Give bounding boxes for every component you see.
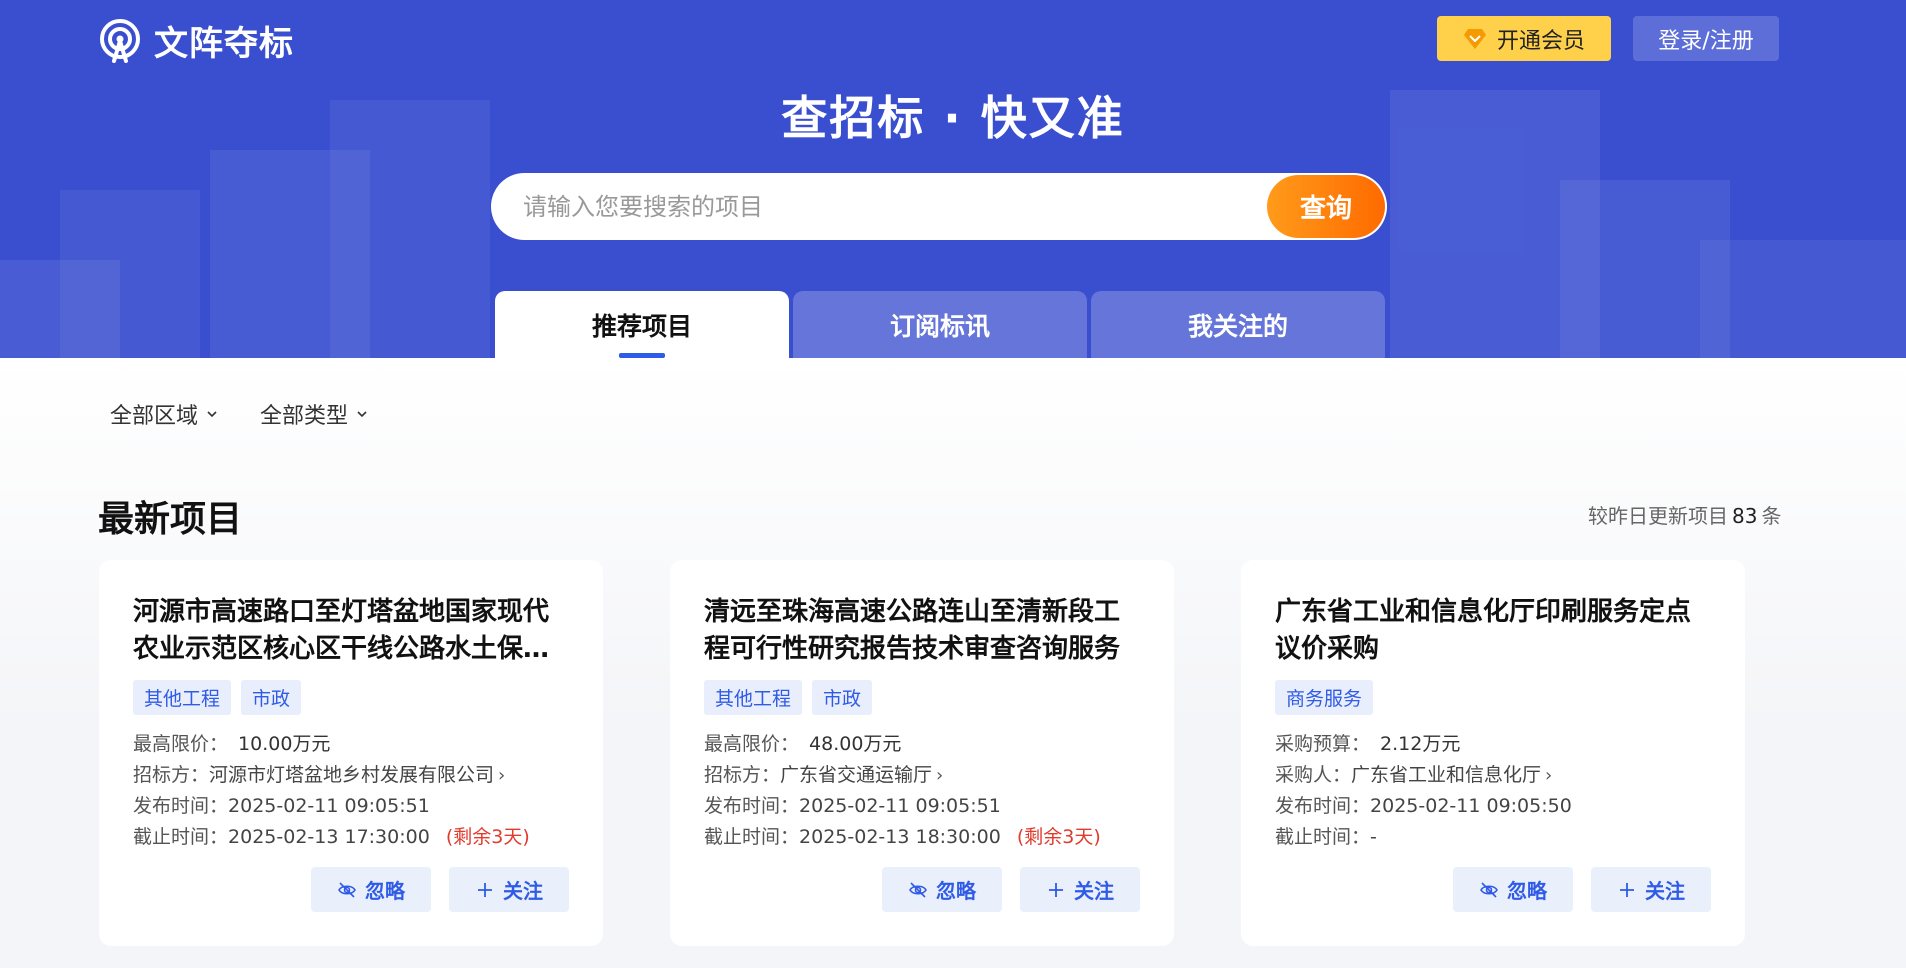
chevron-right-icon: › xyxy=(498,765,506,786)
ignore-button[interactable]: 忽略 xyxy=(311,867,431,912)
project-card[interactable]: 清远至珠海高速公路连山至清新段工程可行性研究报告技术审查咨询服务 其他工程 市政… xyxy=(670,560,1174,946)
tenderer-link[interactable]: 招标方： 河源市灯塔盆地乡村发展有限公司 › xyxy=(133,760,569,791)
tab-recommended[interactable]: 推荐项目 xyxy=(495,291,789,358)
publish-time: 2025-02-11 09:05:50 xyxy=(1370,795,1572,817)
budget-value: 2.12万元 xyxy=(1380,733,1461,755)
tenderer-link[interactable]: 招标方： 广东省交通运输厅 › xyxy=(704,760,1140,791)
eye-off-icon xyxy=(1480,881,1498,898)
deadline-label: 截止时间： xyxy=(133,826,229,848)
tab-followed[interactable]: 我关注的 xyxy=(1091,291,1385,358)
project-title[interactable]: 广东省工业和信息化厅印刷服务定点议价采购 xyxy=(1275,594,1711,668)
tab-subscribed[interactable]: 订阅标讯 xyxy=(793,291,1087,358)
ignore-button[interactable]: 忽略 xyxy=(882,867,1002,912)
ignore-label: 忽略 xyxy=(1507,879,1547,903)
project-card[interactable]: 广东省工业和信息化厅印刷服务定点议价采购 商务服务 采购预算： 2.12万元 采购… xyxy=(1241,560,1745,946)
page-slogan: 查招标 · 快又准 xyxy=(781,91,1125,145)
follow-label: 关注 xyxy=(1645,879,1685,903)
publish-time: 2025-02-11 09:05:51 xyxy=(799,795,1001,817)
publish-time: 2025-02-11 09:05:51 xyxy=(228,795,430,817)
project-tabs: 推荐项目 订阅标讯 我关注的 xyxy=(495,291,1385,358)
update-count: 83 xyxy=(1732,504,1758,528)
project-tag: 市政 xyxy=(812,680,873,715)
login-register-button[interactable]: 登录/注册 xyxy=(1633,16,1779,61)
project-card[interactable]: 河源市高速路口至灯塔盆地国家现代农业示范区核心区干线公路水土保持设施验收技术服务… xyxy=(99,560,603,946)
budget-label: 采购预算： xyxy=(1275,733,1371,755)
card-actions: 忽略 关注 xyxy=(1453,867,1711,912)
ignore-button[interactable]: 忽略 xyxy=(1453,867,1573,912)
eye-off-icon xyxy=(338,881,356,898)
deadline-time: 2025-02-13 18:30:00 xyxy=(799,826,1001,848)
building-decoration xyxy=(1700,240,1906,358)
project-title[interactable]: 河源市高速路口至灯塔盆地国家现代农业示范区核心区干线公路水土保持设施验收技术服务 xyxy=(133,594,569,668)
type-filter-label: 全部类型 xyxy=(260,404,349,429)
org-name: 广东省工业和信息化厅 xyxy=(1351,764,1542,786)
publish-label: 发布时间： xyxy=(1275,795,1371,817)
chevron-down-icon xyxy=(207,411,217,418)
price-value: 48.00万元 xyxy=(809,733,902,755)
project-info: 最高限价： 10.00万元 招标方： 河源市灯塔盆地乡村发展有限公司 › 发布时间： 2… xyxy=(133,729,569,853)
filter-bar: 全部区域 全部类型 xyxy=(110,398,368,430)
project-tag: 市政 xyxy=(241,680,302,715)
project-tag: 其他工程 xyxy=(133,680,232,715)
plus-icon xyxy=(1620,882,1634,897)
project-title[interactable]: 清远至珠海高速公路连山至清新段工程可行性研究报告技术审查咨询服务 xyxy=(704,594,1140,668)
publish-label: 发布时间： xyxy=(704,795,800,817)
section-title: 最新项目 xyxy=(98,499,243,540)
region-filter-label: 全部区域 xyxy=(110,404,199,429)
deadline-label: 截止时间： xyxy=(704,826,800,848)
publish-label: 发布时间： xyxy=(133,795,229,817)
building-decoration xyxy=(60,190,200,358)
type-filter-dropdown[interactable]: 全部类型 xyxy=(260,398,368,430)
remaining-days: (剩余3天) xyxy=(1016,826,1101,848)
project-info: 最高限价： 48.00万元 招标方： 广东省交通运输厅 › 发布时间： 2025-02-… xyxy=(704,729,1140,853)
org-label: 采购人： xyxy=(1275,764,1352,786)
price-label: 最高限价： xyxy=(704,733,800,755)
chevron-right-icon: › xyxy=(936,765,944,786)
search-input[interactable] xyxy=(523,173,1223,240)
open-membership-button[interactable]: 开通会员 xyxy=(1437,16,1611,61)
follow-button[interactable]: 关注 xyxy=(449,867,569,912)
org-label: 招标方： xyxy=(704,764,781,786)
project-tags: 其他工程 市政 xyxy=(133,680,569,715)
project-tags: 商务服务 xyxy=(1275,680,1711,715)
follow-label: 关注 xyxy=(503,879,543,903)
card-actions: 忽略 关注 xyxy=(882,867,1140,912)
follow-button[interactable]: 关注 xyxy=(1020,867,1140,912)
deadline-time: 2025-02-13 17:30:00 xyxy=(228,826,430,848)
price-label: 最高限价： xyxy=(133,733,229,755)
follow-button[interactable]: 关注 xyxy=(1591,867,1711,912)
remaining-days: (剩余3天) xyxy=(445,826,530,848)
update-count-note: 较昨日更新项目 83 条 xyxy=(1588,500,1781,529)
deadline-label: 截止时间： xyxy=(1275,826,1371,848)
signal-tower-icon xyxy=(100,18,140,63)
ignore-label: 忽略 xyxy=(365,879,405,903)
region-filter-dropdown[interactable]: 全部区域 xyxy=(110,398,218,430)
project-tag: 其他工程 xyxy=(704,680,803,715)
eye-off-icon xyxy=(909,881,927,898)
search-button[interactable]: 查询 xyxy=(1267,175,1385,238)
chevron-right-icon: › xyxy=(1545,765,1553,786)
search-bar: 查询 xyxy=(491,173,1387,240)
org-name: 河源市灯塔盆地乡村发展有限公司 xyxy=(209,764,495,786)
update-suffix: 条 xyxy=(1761,504,1782,528)
site-logo[interactable]: 文阵夺标 xyxy=(98,16,294,65)
logo-text: 文阵夺标 xyxy=(154,24,294,64)
project-tag: 商务服务 xyxy=(1275,680,1374,715)
org-label: 招标方： xyxy=(133,764,210,786)
plus-icon xyxy=(1049,882,1063,897)
ignore-label: 忽略 xyxy=(936,879,976,903)
price-value: 10.00万元 xyxy=(238,733,331,755)
project-tags: 其他工程 市政 xyxy=(704,680,1140,715)
chevron-down-icon xyxy=(357,411,367,418)
card-actions: 忽略 关注 xyxy=(311,867,569,912)
update-prefix: 较昨日更新项目 xyxy=(1588,504,1728,528)
project-info: 采购预算： 2.12万元 采购人： 广东省工业和信息化厅 › 发布时间： 2025-02… xyxy=(1275,729,1711,853)
org-name: 广东省交通运输厅 xyxy=(780,764,933,786)
deadline-time: - xyxy=(1370,826,1377,848)
plus-icon xyxy=(478,882,492,897)
follow-label: 关注 xyxy=(1074,879,1114,903)
membership-label: 开通会员 xyxy=(1496,28,1585,54)
diamond-icon xyxy=(1463,28,1486,49)
purchaser-link[interactable]: 采购人： 广东省工业和信息化厅 › xyxy=(1275,760,1711,791)
